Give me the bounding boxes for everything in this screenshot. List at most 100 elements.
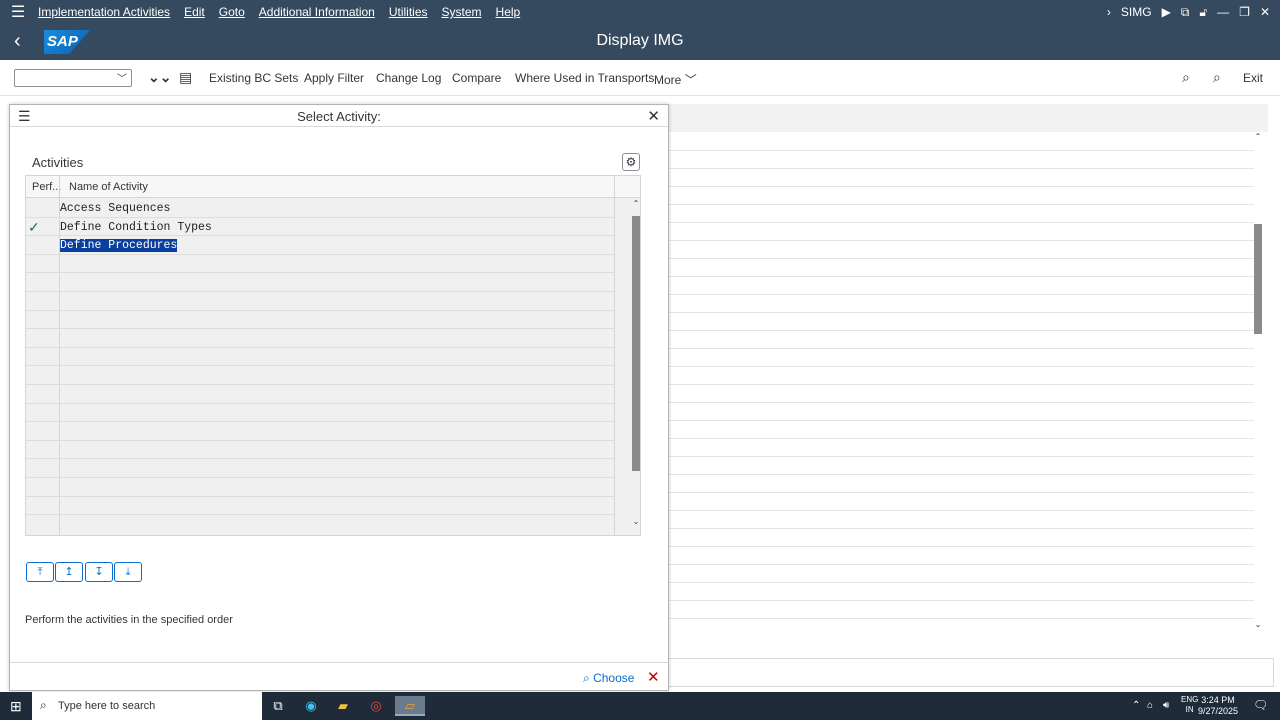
next-page-button[interactable]: ↧ [85,562,113,582]
tray-chevron-icon[interactable]: ⌃ [1132,700,1140,711]
bg-row-line [668,600,1254,601]
menu-system[interactable]: System [442,5,494,19]
menu-goto[interactable]: Goto [219,5,257,19]
bg-row-line [668,474,1254,475]
table-row[interactable] [26,273,614,292]
task-view-icon[interactable]: ⧉ [266,696,290,716]
chevron-right-icon[interactable]: › [1107,5,1111,19]
windows-taskbar: ⊞ ⌕ Type here to search ⧉ ◉ ▰ ◎ ▱ ⌃ ⌂ 🔊︎… [0,692,1280,720]
new-session-icon[interactable]: ⧉ [1181,5,1190,20]
sap-logon-icon[interactable]: ▱ [395,696,425,716]
menu-utilities[interactable]: Utilities [389,5,440,19]
menu-help[interactable]: Help [496,5,533,19]
table-row[interactable] [26,366,614,385]
scroll-up-icon[interactable]: ⌃ [631,199,641,208]
bg-row-line [668,564,1254,565]
choose-button[interactable]: ⌕ Choose [583,671,634,686]
notifications-icon[interactable]: 🗨︎ [1253,698,1268,712]
more-button[interactable]: More ﹀ [654,71,697,88]
table-row[interactable] [26,329,614,348]
menu-implementation-activities[interactable]: Implementation Activities [38,5,182,19]
background-scrollbar[interactable]: ⌃ ⌄ [1253,132,1263,636]
existing-bc-sets-button[interactable]: Existing BC Sets [209,71,298,85]
bg-row-line [668,186,1254,187]
lock-icon[interactable]: 🔓︎ [1199,5,1207,20]
bg-row-line [668,546,1254,547]
cancel-icon[interactable]: ✕ [647,668,660,686]
previous-page-button[interactable]: ↥ [55,562,83,582]
first-page-button[interactable]: ⤒ [26,562,54,582]
play-icon[interactable]: ▶ [1162,5,1171,19]
table-row[interactable] [26,385,614,404]
bg-row-line [668,312,1254,313]
toolbar: ﹀ ⌄⌄ ▤ Existing BC Sets Apply Filter Cha… [0,60,1280,96]
search-icon: ⌕ [40,698,47,712]
command-field[interactable]: ﹀ [14,69,132,87]
menu-edit[interactable]: Edit [184,5,217,19]
where-used-button[interactable]: Where Used in Transports [515,71,654,85]
bg-row-line [668,348,1254,349]
exit-button[interactable]: Exit [1243,71,1263,85]
table-row[interactable]: ✓ Define Condition Types [26,218,614,237]
performed-check-icon: ✓ [28,218,40,235]
edge-icon[interactable]: ◉ [299,696,323,716]
activities-table: Perf... Name of Activity Access Sequence… [25,175,641,536]
compare-button[interactable]: Compare [452,71,501,85]
menu-additional-information[interactable]: Additional Information [259,5,387,19]
table-row[interactable]: Define Procedures [26,236,614,255]
settings-icon[interactable]: ⚙ [622,153,640,171]
bg-row-line [668,294,1254,295]
table-row[interactable] [26,292,614,311]
table-row[interactable] [26,441,614,460]
last-page-button[interactable]: ⤓ [114,562,142,582]
bg-row-line [668,510,1254,511]
volume-icon[interactable]: 🔊︎ [1163,700,1169,711]
table-row[interactable] [26,255,614,274]
menu-icon[interactable]: ☰ [0,2,36,22]
scrollbar-thumb[interactable] [1254,224,1262,334]
scrollbar-thumb[interactable] [632,216,640,471]
bg-row-line [668,276,1254,277]
network-icon[interactable]: ⌂ [1147,700,1153,711]
close-icon[interactable]: ✕ [647,107,660,125]
table-row[interactable]: Access Sequences [26,199,614,218]
chevron-down-icon[interactable]: ﹀ [117,70,127,85]
column-header-name[interactable]: Name of Activity [69,181,148,193]
scroll-up-icon[interactable]: ⌃ [1253,132,1263,141]
clock[interactable]: 3:24 PM 9/27/2025 [1198,695,1238,717]
scroll-down-icon[interactable]: ⌄ [1253,620,1263,629]
table-row[interactable] [26,404,614,423]
bc-set-icon[interactable]: ▤ [179,69,192,86]
language-indicator[interactable]: ENG IN [1181,695,1198,715]
minimize-icon[interactable]: — [1217,5,1229,19]
restore-icon[interactable]: ❐ [1239,5,1250,19]
chrome-icon[interactable]: ◎ [364,696,388,716]
taskbar-search[interactable]: ⌕ Type here to search [32,692,262,720]
bg-row-line [668,204,1254,205]
table-row[interactable] [26,348,614,367]
search-plus-icon[interactable]: ⌕ [1213,69,1221,86]
file-explorer-icon[interactable]: ▰ [331,696,355,716]
table-scrollbar[interactable]: ⌃ ⌄ [631,199,641,535]
background-tree-panel [668,104,1268,636]
table-row[interactable] [26,459,614,478]
table-row[interactable] [26,311,614,330]
search-icon[interactable]: ⌕ [1182,69,1190,86]
next-page-icon: ↧ [94,566,104,578]
column-separator [614,176,615,535]
column-header-perf[interactable]: Perf... [32,181,61,193]
double-chevron-down-icon[interactable]: ⌄⌄ [148,69,171,86]
select-activity-dialog: ☰ Select Activity: ✕ Activities ⚙ Perf..… [9,104,669,691]
windows-start-icon[interactable]: ⊞ [10,698,22,715]
change-log-button[interactable]: Change Log [376,71,441,85]
table-row[interactable] [26,422,614,441]
background-panel-header [668,104,1268,132]
apply-filter-button[interactable]: Apply Filter [304,71,364,85]
close-window-icon[interactable]: ✕ [1260,5,1270,19]
table-row[interactable] [26,478,614,497]
bg-row-line [668,438,1254,439]
scroll-down-icon[interactable]: ⌄ [631,517,641,526]
dialog-title: Select Activity: [297,109,381,124]
table-header: Perf... Name of Activity [26,176,640,198]
table-row[interactable] [26,497,614,516]
